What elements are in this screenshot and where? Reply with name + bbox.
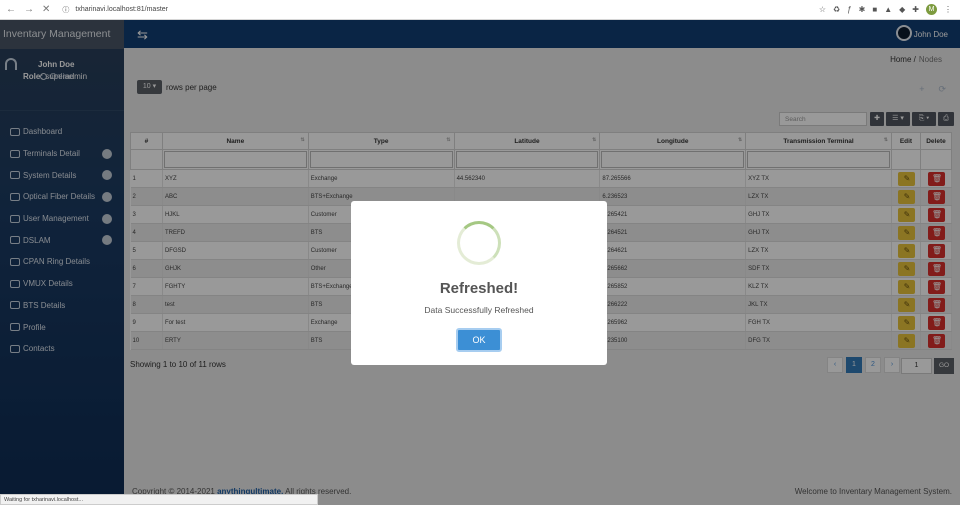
dialog-message: Data Successfully Refreshed xyxy=(424,305,534,315)
extension-icon[interactable]: ◆ xyxy=(899,5,905,14)
gear-extension-icon[interactable]: ✱ xyxy=(859,5,866,14)
modal-overlay[interactable]: Refreshed! Data Successfully Refreshed O… xyxy=(0,20,960,505)
info-icon[interactable]: ⓘ xyxy=(62,5,69,15)
blue-extension-icon[interactable]: ■ xyxy=(872,5,877,14)
function-extension-icon[interactable]: ƒ xyxy=(847,5,851,14)
refreshed-dialog: Refreshed! Data Successfully Refreshed O… xyxy=(351,201,607,365)
success-spinner-icon xyxy=(457,221,501,265)
puzzle-icon[interactable]: ✚ xyxy=(912,5,919,14)
recycle-extension-icon[interactable]: ♻ xyxy=(833,5,840,14)
profile-avatar[interactable]: M xyxy=(926,4,937,15)
address-bar[interactable]: ⓘ txharinavi.localhost:81/master xyxy=(62,5,168,15)
browser-toolbar: ← → ✕ ⓘ txharinavi.localhost:81/master ☆… xyxy=(0,0,960,20)
browser-nav: ← → ✕ xyxy=(0,4,50,15)
stop-loading-icon[interactable]: ✕ xyxy=(42,4,50,15)
browser-status-bar: Waiting for txharinavi.localhost... xyxy=(0,494,318,505)
ok-button[interactable]: OK xyxy=(456,328,502,352)
dialog-title: Refreshed! xyxy=(439,280,519,297)
url-text: txharinavi.localhost:81/master xyxy=(75,6,168,13)
lock-extension-icon[interactable]: ▲ xyxy=(884,5,892,14)
extension-icons: ☆ ♻ ƒ ✱ ■ ▲ ◆ ✚ M ⋮ xyxy=(819,4,960,15)
back-icon[interactable]: ← xyxy=(6,4,16,15)
bookmark-star-icon[interactable]: ☆ xyxy=(819,5,826,14)
menu-dots-icon[interactable]: ⋮ xyxy=(944,5,952,14)
forward-icon[interactable]: → xyxy=(24,4,34,15)
